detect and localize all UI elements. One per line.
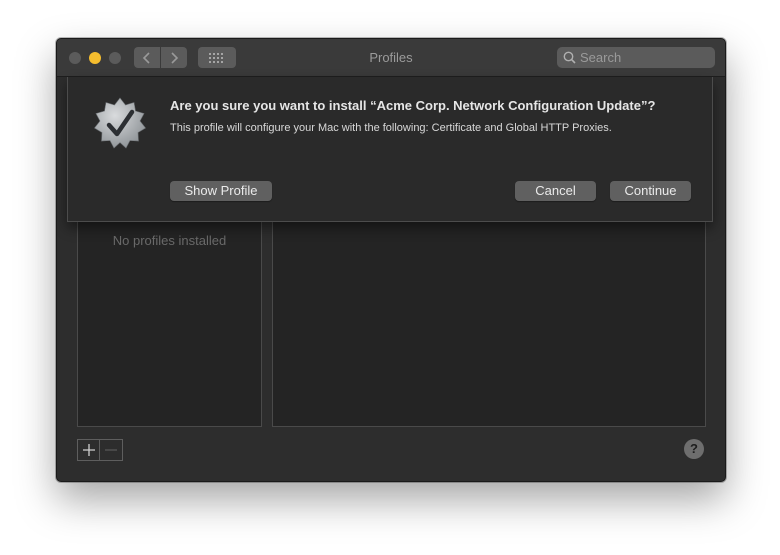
- continue-button[interactable]: Continue: [610, 181, 691, 201]
- profiles-list[interactable]: No profiles installed: [77, 219, 262, 427]
- minus-icon: [105, 449, 117, 451]
- dialog-message: This profile will configure your Mac wit…: [170, 122, 612, 134]
- search-placeholder: Search: [580, 50, 622, 65]
- add-remove-control: [77, 439, 123, 461]
- profile-detail-pane: [272, 219, 706, 427]
- search-icon: [563, 51, 576, 64]
- install-profile-dialog: Are you sure you want to install “Acme C…: [67, 77, 713, 222]
- dialog-title: Are you sure you want to install “Acme C…: [170, 98, 656, 113]
- empty-list-message: No profiles installed: [112, 233, 227, 248]
- verified-badge-checkmark-icon: [90, 95, 150, 160]
- add-profile-button[interactable]: [78, 440, 100, 460]
- title-bar: Profiles Search: [57, 39, 725, 77]
- help-button[interactable]: ?: [684, 439, 704, 459]
- show-profile-button[interactable]: Show Profile: [170, 181, 272, 201]
- remove-profile-button[interactable]: [100, 440, 122, 460]
- cancel-button[interactable]: Cancel: [515, 181, 596, 201]
- search-field[interactable]: Search: [557, 47, 715, 68]
- profiles-window: Profiles Search No profiles installed ?: [56, 38, 726, 482]
- plus-icon: [83, 444, 95, 456]
